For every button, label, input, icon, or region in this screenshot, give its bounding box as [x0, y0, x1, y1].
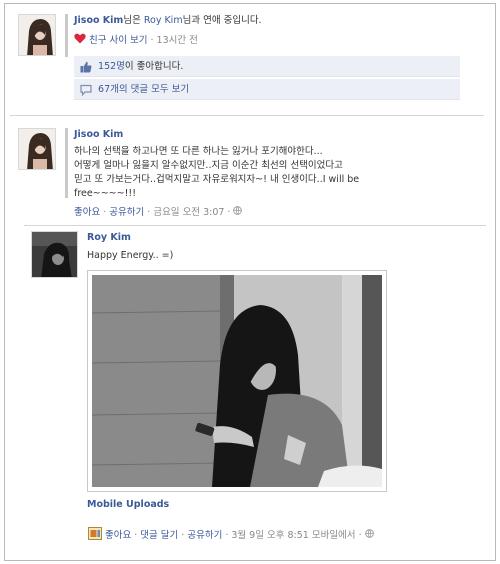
- post-accent-bar: [65, 14, 68, 57]
- separator: ·: [178, 530, 188, 541]
- timestamp[interactable]: 3월 9일 오후 8:51 모바일에서: [231, 530, 355, 541]
- view-friendship-link[interactable]: 친구 사이 보기: [89, 35, 147, 46]
- comments-box: 67개의 댓글 모두 보기: [74, 79, 460, 100]
- jisoo-avatar[interactable]: [18, 128, 56, 170]
- separator: ·: [100, 207, 110, 218]
- post-divider: [24, 225, 486, 226]
- partner-name-link[interactable]: Roy Kim: [144, 15, 183, 26]
- view-all-comments-link[interactable]: 67개의 댓글 모두 보기: [98, 84, 189, 95]
- friendship-row: 친구 사이 보기 · 13시간 전: [74, 33, 198, 48]
- globe-icon: [364, 529, 374, 542]
- mobile-upload-icon: [88, 527, 102, 544]
- status-text: 님은: [123, 15, 144, 26]
- timestamp: · 13시간 전: [147, 35, 198, 46]
- post-author-line: Roy Kim: [87, 231, 131, 244]
- share-link[interactable]: 공유하기: [109, 207, 144, 218]
- timestamp[interactable]: 금요일 오전 3:07: [153, 207, 224, 218]
- globe-icon: [233, 206, 243, 219]
- share-link[interactable]: 공유하기: [187, 530, 222, 541]
- post-photo[interactable]: [87, 270, 387, 492]
- author-name-link[interactable]: Jisoo Kim: [74, 129, 123, 140]
- album-line: Mobile Uploads: [87, 498, 169, 511]
- roy-avatar[interactable]: [31, 231, 78, 278]
- separator: ·: [355, 530, 365, 541]
- post-message-line: 하나의 선택을 하고나면 또 다른 하나는 잃거나 포기해야한다...: [74, 146, 323, 157]
- comment-icon: [80, 84, 98, 96]
- separator: ·: [224, 207, 234, 218]
- comment-link[interactable]: 댓글 달기: [140, 530, 178, 541]
- post-accent-bar: [65, 128, 68, 198]
- like-link[interactable]: 좋아요: [105, 530, 131, 541]
- relationship-status-line: Jisoo Kim님은 Roy Kim님과 연애 중입니다.: [74, 14, 262, 27]
- post-divider: [10, 115, 484, 116]
- likes-box: 152명이 좋아합니다.: [74, 56, 460, 77]
- album-link[interactable]: Mobile Uploads: [87, 499, 169, 510]
- post-message-line: free~~~~!!!: [74, 188, 136, 199]
- post-author-line: Jisoo Kim: [74, 128, 123, 141]
- photo-image: [91, 275, 382, 487]
- post-actions: 좋아요 · 공유하기 · 금요일 오전 3:07 ·: [74, 206, 243, 219]
- like-link[interactable]: 좋아요: [74, 207, 100, 218]
- separator: ·: [144, 207, 154, 218]
- author-name-link[interactable]: Jisoo Kim: [74, 15, 123, 26]
- status-text: 님과 연애 중입니다.: [182, 15, 262, 26]
- likes-count-link[interactable]: 152명: [98, 61, 125, 72]
- post-message-line: 믿고 또 가보는거다..겁먹지말고 자유로워지자~! 내 인생이다..I wil…: [74, 174, 360, 185]
- author-name-link[interactable]: Roy Kim: [87, 232, 131, 243]
- heart-icon: [74, 33, 86, 48]
- separator: ·: [131, 530, 141, 541]
- likes-suffix: 이 좋아합니다.: [124, 61, 184, 72]
- post-message-line: Happy Energy.. =): [87, 250, 174, 261]
- post-message-line: 어떻게 얼마나 잃을지 알수없지만..지금 이순간 최선의 선택이었다고: [74, 160, 343, 171]
- jisoo-avatar[interactable]: [18, 14, 56, 56]
- thumbs-up-icon: [80, 61, 98, 72]
- post-actions: 좋아요 · 댓글 달기 · 공유하기 · 3월 9일 오후 8:51 모바일에서…: [88, 527, 374, 544]
